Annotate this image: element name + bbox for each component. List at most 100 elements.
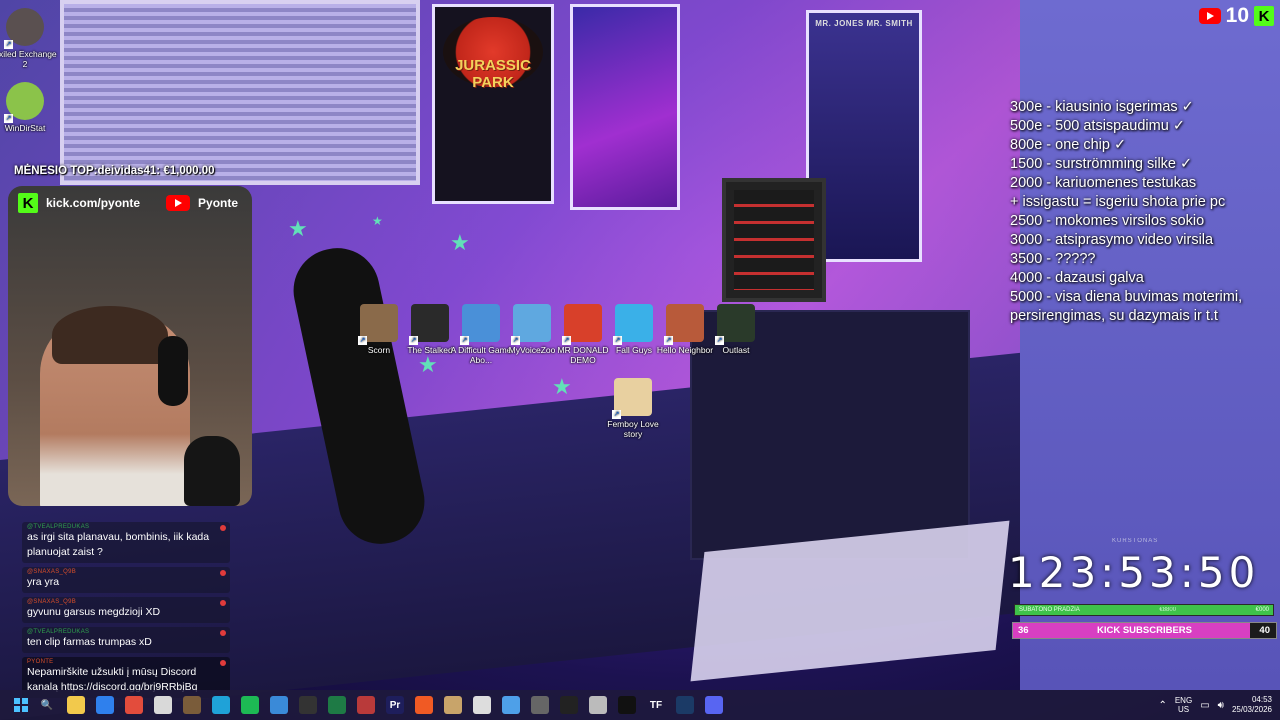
- app-icon: [664, 304, 704, 345]
- stream-brand-bar: K kick.com/pyonte Pyonte: [18, 192, 242, 214]
- notes-icon[interactable]: [502, 696, 520, 714]
- clock[interactable]: 04:53 25/03/2026: [1232, 695, 1272, 715]
- desktop-icon-femboy-love-story[interactable]: Femboy Love story: [601, 378, 665, 439]
- desktop-icon-label: Scorn: [367, 345, 391, 355]
- goal-item: 2000 - kariuomenes testukas: [1010, 175, 1197, 191]
- goal-item: 500e - 500 atsispaudimu ✓: [1010, 118, 1185, 134]
- file-explorer-icon[interactable]: [67, 696, 85, 714]
- tf-icon[interactable]: TF: [647, 696, 665, 714]
- kick-subscribers-bar: 36 KICK SUBSCRIBERS 40: [1012, 622, 1277, 639]
- donation-goals-list: 300e - kiausinio isgerimas ✓ 500e - 500 a…: [1010, 98, 1242, 326]
- goal-item: 3500 - ?????: [1010, 251, 1096, 267]
- desktop-icon-label: Femboy Love story: [607, 419, 659, 439]
- terminal-icon[interactable]: [560, 696, 578, 714]
- taskbar-apps: 🔍 Pr TF: [38, 696, 723, 714]
- kick-icon: K: [1254, 6, 1274, 26]
- chat-text: yra yra: [27, 576, 60, 588]
- desktop-icon-label: The Stalked: [407, 345, 453, 355]
- clock-date: 25/03/2026: [1231, 705, 1272, 714]
- app3-icon[interactable]: [473, 696, 491, 714]
- streamer-hair: [52, 306, 168, 364]
- photos-icon[interactable]: [270, 696, 288, 714]
- windows-store-icon[interactable]: [96, 696, 114, 714]
- goal-item: 1500 - surströmming silke ✓: [1010, 156, 1193, 172]
- subathon-bar-mid: €8800: [1159, 607, 1177, 613]
- subathon-progress-bar: SUBATONO PRADZIA €8800 €000: [1014, 604, 1274, 616]
- chat-text: ten clip farmas trumpas xD: [27, 636, 152, 648]
- desktop-icon-windirstat[interactable]: WinDirStat: [0, 82, 57, 133]
- notepad-icon[interactable]: [154, 696, 172, 714]
- app-icon: [613, 304, 653, 345]
- app-icon[interactable]: [357, 696, 375, 714]
- star-decal: ★: [450, 230, 470, 255]
- goal-item: 5000 - visa diena buvimas moterimi,: [1010, 289, 1243, 305]
- volume-icon[interactable]: 🔊︎: [1218, 700, 1224, 711]
- chat-overlay: @TVEALPREDUKAS as irgi sita planavau, bom…: [22, 522, 230, 702]
- desktop-icon-label: Fall Guys: [616, 345, 652, 355]
- app4-icon[interactable]: [589, 696, 607, 714]
- goal-item: persirengimas, su dazymais ir t.t: [1010, 308, 1218, 324]
- goal-item: 4000 - dazausi galva: [1010, 270, 1144, 286]
- discord-icon[interactable]: [705, 696, 723, 714]
- window-blinds: [60, 0, 420, 185]
- goal-item: 800e - one chip ✓: [1010, 137, 1127, 153]
- app-icon: [460, 304, 500, 345]
- kick-subscribers-label: KICK SUBSCRIBERS: [1096, 625, 1192, 636]
- edge-icon[interactable]: [212, 696, 230, 714]
- star-decal: ★: [288, 216, 308, 241]
- obs-icon[interactable]: [299, 696, 317, 714]
- chat-platform-icon: [220, 525, 226, 531]
- app2-icon[interactable]: [444, 696, 462, 714]
- premiere-icon[interactable]: Pr: [386, 696, 404, 714]
- microphone: [184, 436, 240, 506]
- brave-icon[interactable]: [415, 696, 433, 714]
- steam-icon[interactable]: [676, 696, 694, 714]
- chat-platform-icon: [220, 570, 226, 576]
- chat-text: gyvunu garsus megdzioji XD: [27, 606, 161, 618]
- game-icon[interactable]: [183, 696, 201, 714]
- start-button[interactable]: [14, 698, 28, 712]
- webcam-overlay: K kick.com/pyonte Pyonte: [8, 186, 252, 506]
- excel-like-icon[interactable]: [328, 696, 346, 714]
- app-icon: [358, 304, 398, 345]
- windirstat-icon: [4, 82, 44, 123]
- kick-url: kick.com/pyonte: [46, 196, 141, 210]
- clock-time: 04:53: [1251, 695, 1272, 704]
- goal-item: 2500 - mokomes virsilos sokio: [1010, 213, 1205, 229]
- taskbar: 🔍 Pr TF ⌃ ENG US ▭ 🔊︎ 04:53 25/03/2026: [0, 690, 1280, 720]
- star-decal: ★: [372, 214, 383, 228]
- network-icon[interactable]: ▭: [1200, 700, 1209, 711]
- youtube-logo-icon: [166, 195, 191, 211]
- spotify-icon[interactable]: [241, 696, 259, 714]
- subathon-bar-left: SUBATONO PRADZIA: [1019, 607, 1080, 613]
- chat-message: @TVEALPREDUKAS ten clip farmas trumpas xD: [22, 627, 230, 653]
- goal-item: 3000 - atsiprasymo video virsila: [1010, 232, 1214, 248]
- desktop-icon-label: WinDirStat: [4, 123, 46, 133]
- chat-platform-icon: [220, 630, 226, 636]
- desktop-icon-exiled-exchange[interactable]: Exiled Exchange 2: [0, 8, 57, 69]
- exiled-exchange-icon: [4, 8, 44, 49]
- chevron-up-icon[interactable]: ⌃: [1158, 700, 1166, 711]
- system-tray: ⌃ ENG US ▭ 🔊︎ 04:53 25/03/2026: [1158, 690, 1272, 720]
- desktop-icon-label: MyVoiceZoo: [508, 345, 556, 355]
- app-icon: [715, 304, 755, 345]
- batman-poster: [570, 4, 680, 210]
- youtube-icon: [1198, 8, 1221, 24]
- kick-logo-icon: K: [18, 193, 38, 213]
- jurassic-park-title: JURASSIC PARK: [455, 57, 531, 91]
- settings-icon[interactable]: [531, 696, 549, 714]
- desktop-icon-outlast[interactable]: Outlast: [704, 304, 768, 355]
- timer-label: KURSTONAS: [1112, 538, 1159, 544]
- search-icon[interactable]: 🔍: [38, 696, 56, 714]
- subathon-timer: 123:53:50: [1008, 548, 1260, 597]
- language-bottom: US: [1177, 705, 1190, 714]
- capcut-icon[interactable]: [618, 696, 636, 714]
- language-indicator[interactable]: ENG US: [1175, 696, 1192, 714]
- jurassic-park-poster: JURASSIC PARK: [432, 4, 554, 204]
- chat-platform-icon: [220, 600, 226, 606]
- chrome-icon[interactable]: [125, 696, 143, 714]
- mib-poster-text: MR. JONES MR. SMITH: [815, 19, 913, 28]
- tv-screen: [734, 190, 814, 290]
- counter-value: 10: [1225, 4, 1249, 27]
- femboy-love-story-icon: [612, 378, 652, 419]
